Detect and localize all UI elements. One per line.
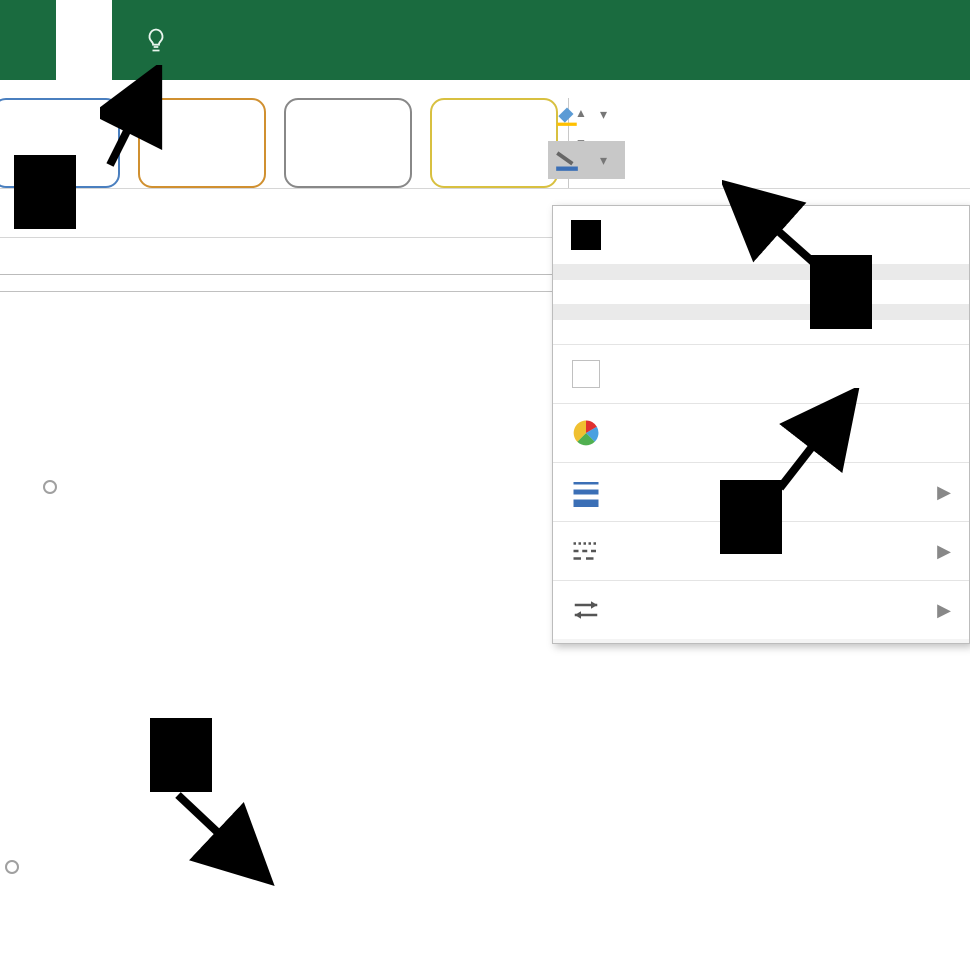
no-outline-icon	[572, 360, 600, 388]
annotation-2	[14, 155, 76, 229]
standard-color-row	[553, 320, 969, 344]
column-header[interactable]	[200, 275, 360, 291]
shape-style-preset-3[interactable]	[284, 98, 412, 188]
submenu-arrow-icon: ▶	[937, 482, 951, 503]
annotation-arrow-2	[100, 65, 180, 175]
theme-color-grid	[553, 280, 969, 304]
column-header[interactable]	[40, 275, 200, 291]
standard-colors-header	[553, 304, 969, 320]
shape-fill-button[interactable]: ▾	[548, 95, 625, 133]
color-wheel-icon	[571, 418, 601, 448]
annotation-arrow-4	[770, 388, 870, 498]
column-header[interactable]	[360, 275, 520, 291]
more-outline-colors-item[interactable]	[553, 403, 969, 462]
outline-arrows-item[interactable]: ▶	[553, 580, 969, 639]
annotation-3	[810, 255, 872, 329]
tab-design[interactable]	[0, 0, 56, 80]
dashes-icon	[571, 536, 601, 566]
auto-color-swatch	[571, 220, 601, 250]
annotation-1	[150, 718, 212, 792]
dropdown-caret-icon: ▾	[600, 152, 607, 169]
annotation-4	[720, 480, 782, 554]
submenu-arrow-icon: ▶	[937, 600, 951, 621]
arrows-icon	[571, 595, 601, 625]
shape-outline-button[interactable]: ▾	[548, 141, 625, 179]
pencil-outline-icon	[554, 147, 580, 173]
annotation-arrow-1	[168, 790, 278, 890]
submenu-arrow-icon: ▶	[937, 541, 951, 562]
dropdown-caret-icon: ▾	[600, 106, 607, 123]
line-weight-icon	[571, 477, 601, 507]
paint-bucket-icon	[554, 101, 580, 127]
lightbulb-icon	[142, 26, 170, 54]
chart-resize-handle[interactable]	[43, 480, 57, 494]
column-header[interactable]	[0, 275, 40, 291]
chart-resize-handle[interactable]	[5, 860, 19, 874]
shape-style-preset-4[interactable]	[430, 98, 558, 188]
no-outline-item[interactable]	[553, 344, 969, 403]
